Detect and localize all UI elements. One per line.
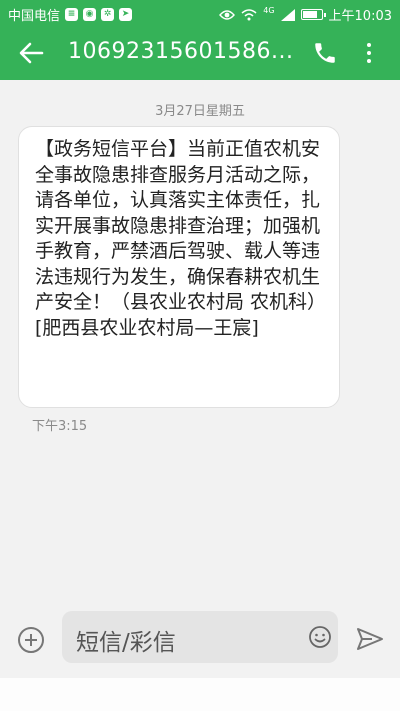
phone-icon[interactable] — [312, 40, 338, 66]
system-nav-bar — [0, 678, 400, 711]
message-bubble[interactable]: 【政务短信平台】当前正值农机安全事故隐患排查服务月活动之际，请各单位，认真落实主… — [18, 126, 340, 408]
add-attachment-icon[interactable] — [18, 627, 44, 653]
network-type-label: 4G — [263, 6, 275, 15]
emoji-icon[interactable] — [308, 625, 332, 649]
message-text: 【政务短信平台】当前正值农机安全事故隐患排查服务月活动之际，请各单位，认真落实主… — [35, 138, 327, 339]
status-time: 上午10:03 — [328, 9, 392, 24]
battery-icon — [300, 9, 326, 20]
send-icon[interactable] — [356, 627, 384, 651]
message-input[interactable]: 短信/彩信 — [62, 611, 338, 663]
message-input-placeholder: 短信/彩信 — [76, 630, 176, 656]
eye-icon — [219, 9, 236, 20]
notification-app-icon: ≡ — [65, 8, 79, 21]
notification-app-icon: ➤ — [119, 8, 133, 21]
wifi-icon — [241, 8, 257, 20]
conversation-toolbar: 10692315601586... — [0, 26, 400, 80]
conversation-title: 10692315601586... — [68, 39, 294, 64]
status-bar: 中国电信 ≡ ◉ ✲ ➤ 4G 上午10:03 — [0, 0, 400, 26]
carrier-label: 中国电信 — [8, 9, 61, 24]
signal-icon — [280, 8, 295, 21]
composer-bar: 短信/彩信 — [0, 605, 400, 675]
notification-app-icon: ✲ — [101, 8, 115, 21]
status-left: 中国电信 ≡ ◉ ✲ ➤ — [8, 5, 133, 24]
back-arrow-icon[interactable] — [16, 38, 46, 68]
message-time: 下午3:15 — [32, 419, 88, 434]
notification-app-icon: ◉ — [83, 8, 97, 21]
conversation-date: 3月27日星期五 — [155, 104, 245, 119]
more-options-icon[interactable] — [360, 39, 378, 67]
status-right: 4G 上午10:03 — [219, 5, 392, 24]
